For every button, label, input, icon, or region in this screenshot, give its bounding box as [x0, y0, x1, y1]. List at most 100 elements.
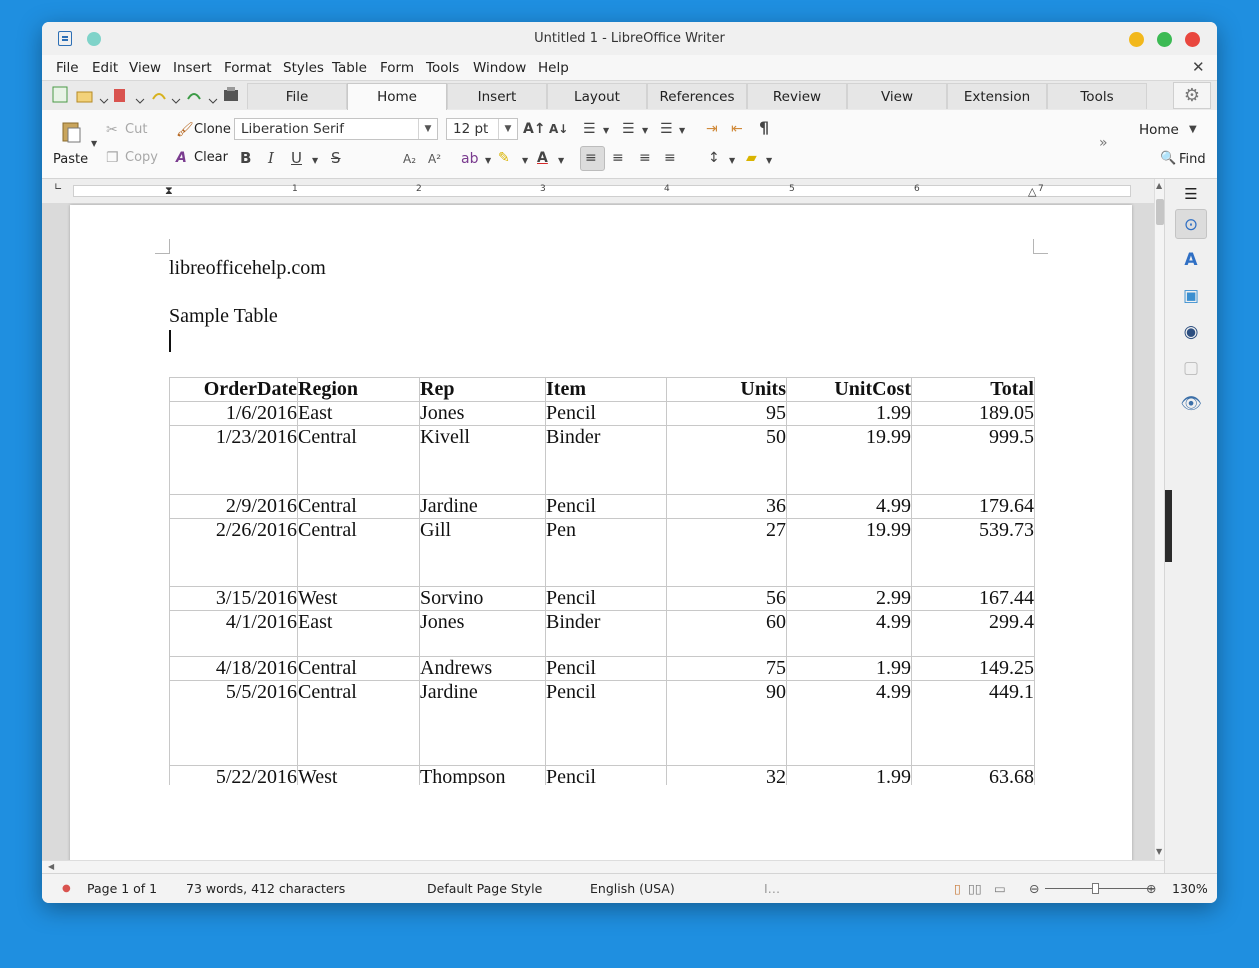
table-header-cell[interactable]: Item	[545, 377, 667, 402]
horizontal-scrollbar[interactable]: ◀	[42, 860, 1164, 874]
underline-icon[interactable]: U	[291, 150, 302, 166]
clone-formatting-icon[interactable]: 🖌	[176, 122, 194, 138]
table-cell[interactable]: Central	[297, 680, 420, 766]
menu-help[interactable]: Help	[538, 60, 569, 76]
table-cell[interactable]: 1.99	[786, 401, 912, 426]
table-header-cell[interactable]: UnitCost	[786, 377, 912, 402]
table-cell[interactable]: Pen	[545, 518, 667, 587]
paragraph-background-dropdown-icon[interactable]: ▼	[766, 156, 772, 165]
table-cell[interactable]: 999.5	[911, 425, 1035, 495]
character-spacing-icon[interactable]: ab	[461, 151, 478, 167]
menu-styles[interactable]: Styles	[283, 60, 324, 76]
style-inspector-icon[interactable]: 👁	[1175, 389, 1207, 419]
outline-icon[interactable]: ☰	[660, 121, 673, 137]
table-cell[interactable]: Kivell	[419, 425, 546, 495]
menu-form[interactable]: Form	[380, 60, 414, 76]
table-cell[interactable]: 2/9/2016	[169, 494, 298, 519]
clear-button[interactable]: Clear	[194, 150, 228, 165]
table-cell[interactable]: East	[297, 610, 420, 657]
text-language[interactable]: English (USA)	[590, 881, 675, 896]
menu-format[interactable]: Format	[224, 60, 272, 76]
table-cell[interactable]: 4.99	[786, 494, 912, 519]
font-color-dropdown-icon[interactable]: ▼	[558, 156, 564, 165]
tab-extension[interactable]: Extension	[947, 83, 1047, 109]
table-cell[interactable]: Central	[297, 494, 420, 519]
scroll-left-icon[interactable]: ◀	[48, 862, 54, 871]
spacing-dropdown-icon[interactable]: ▼	[485, 156, 491, 165]
menu-tools[interactable]: Tools	[426, 60, 459, 76]
table-cell[interactable]: 56	[666, 586, 787, 611]
find-button[interactable]: Find	[1179, 152, 1206, 167]
formatting-marks-icon[interactable]: ¶	[759, 120, 769, 136]
table-header-cell[interactable]: OrderDate	[169, 377, 298, 402]
menu-table[interactable]: Table	[332, 60, 367, 76]
numbering-icon[interactable]: ☰	[622, 121, 635, 137]
left-indent-icon[interactable]: ⧗	[165, 184, 173, 198]
italic-icon[interactable]: I	[268, 150, 274, 166]
table-cell[interactable]: 19.99	[786, 518, 912, 587]
table-cell[interactable]: 1.99	[786, 656, 912, 681]
tab-stop-icon[interactable]: ∟	[54, 182, 62, 193]
zoom-level[interactable]: 130%	[1172, 881, 1208, 896]
table-cell[interactable]: 167.44	[911, 586, 1035, 611]
table-cell[interactable]: Pencil	[545, 656, 667, 681]
document-modified-icon[interactable]: ●	[62, 883, 71, 894]
table-cell[interactable]: 4/18/2016	[169, 656, 298, 681]
table-cell[interactable]: West	[297, 586, 420, 611]
tab-references[interactable]: References	[647, 83, 747, 109]
paste-dropdown-icon[interactable]: ▼	[91, 139, 97, 148]
table-cell[interactable]: Binder	[545, 425, 667, 495]
horizontal-ruler[interactable]: ∟ ⧗ △ 1 2 3 4 5 6 7	[42, 179, 1164, 203]
outline-dropdown-icon[interactable]: ▼	[679, 126, 685, 135]
menu-window[interactable]: Window	[473, 60, 526, 76]
font-size-combo[interactable]: 12 pt ▼	[446, 118, 518, 140]
table-cell[interactable]: 179.64	[911, 494, 1035, 519]
table-cell[interactable]: Jardine	[419, 680, 546, 766]
close-window-button[interactable]	[1185, 32, 1200, 47]
paragraph-background-icon[interactable]: ▰	[746, 150, 757, 166]
styles-icon[interactable]: A	[1175, 245, 1207, 275]
clear-formatting-icon[interactable]: A	[176, 150, 187, 166]
table-cell[interactable]: Pencil	[545, 680, 667, 766]
table-cell[interactable]: 90	[666, 680, 787, 766]
sample-table[interactable]: OrderDate Region Rep Item Units UnitCost…	[169, 377, 1035, 806]
table-cell[interactable]: 60	[666, 610, 787, 657]
table-cell[interactable]: 149.25	[911, 656, 1035, 681]
table-cell[interactable]: 2.99	[786, 586, 912, 611]
table-cell[interactable]: 189.05	[911, 401, 1035, 426]
table-cell[interactable]: Binder	[545, 610, 667, 657]
table-cell[interactable]: 4.99	[786, 610, 912, 657]
tab-tools[interactable]: Tools	[1047, 83, 1147, 109]
doc-line-website[interactable]: libreofficehelp.com	[169, 257, 326, 280]
right-indent-icon[interactable]: △	[1028, 185, 1036, 198]
align-right-icon[interactable]: ≡	[639, 150, 651, 166]
align-center-icon[interactable]: ≡	[612, 150, 624, 166]
home-style-dropdown[interactable]: Home	[1139, 122, 1179, 138]
highlight-color-icon[interactable]: ✎	[498, 150, 510, 166]
gallery-icon[interactable]: ▣	[1175, 281, 1207, 311]
find-icon[interactable]: 🔍	[1160, 151, 1176, 167]
sidebar-menu-icon[interactable]: ☰	[1175, 179, 1207, 209]
table-header-cell[interactable]: Rep	[419, 377, 546, 402]
table-cell[interactable]: Gill	[419, 518, 546, 587]
menu-view[interactable]: View	[129, 60, 161, 76]
table-cell[interactable]: Pencil	[545, 494, 667, 519]
table-cell[interactable]: 36	[666, 494, 787, 519]
table-cell[interactable]: 95	[666, 401, 787, 426]
zoom-slider-track[interactable]	[1045, 888, 1155, 889]
paste-button[interactable]: Paste	[53, 152, 88, 167]
zoom-out-icon[interactable]: ⊖	[1029, 881, 1039, 896]
bold-icon[interactable]: B	[240, 150, 251, 166]
zoom-slider-thumb[interactable]	[1092, 883, 1099, 894]
table-cell[interactable]: Jardine	[419, 494, 546, 519]
table-cell[interactable]: 5/5/2016	[169, 680, 298, 766]
table-cell[interactable]: 75	[666, 656, 787, 681]
close-document-icon[interactable]: ✕	[1192, 58, 1205, 76]
table-cell[interactable]: 27	[666, 518, 787, 587]
tab-view[interactable]: View	[847, 83, 947, 109]
scroll-up-icon[interactable]: ▲	[1156, 181, 1162, 190]
word-count[interactable]: 73 words, 412 characters	[186, 881, 345, 896]
table-cell[interactable]: 1/6/2016	[169, 401, 298, 426]
menu-edit[interactable]: Edit	[92, 60, 118, 76]
table-cell[interactable]: 50	[666, 425, 787, 495]
